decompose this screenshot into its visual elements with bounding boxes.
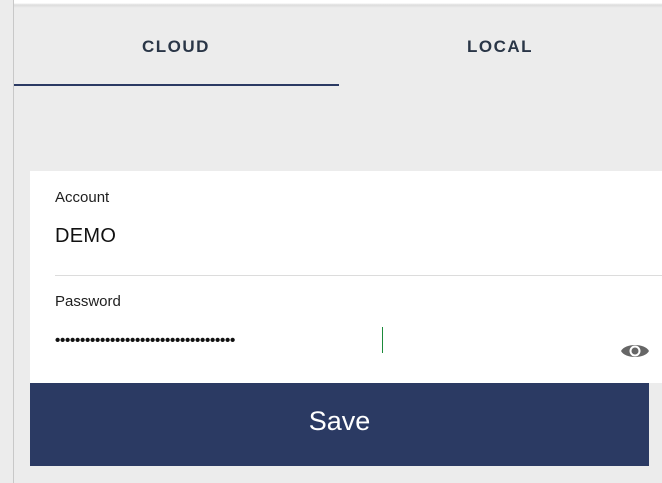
account-form: Account DEMO Password ••••••••••••••••••… [30,171,662,383]
app-screen: CLOUD LOCAL Account DEMO Password ••••••… [0,0,662,483]
tab-cloud[interactable]: CLOUD [14,8,338,90]
password-label: Password [55,293,121,310]
account-label: Account [55,189,110,206]
tab-cloud-label: CLOUD [142,37,210,56]
account-field[interactable]: DEMO [55,225,116,248]
password-field[interactable]: •••••••••••••••••••••••••••••••••••• [55,331,235,351]
save-button[interactable]: Save [30,383,649,466]
text-cursor [382,327,383,353]
top-shadow [14,0,662,8]
tab-bar: CLOUD LOCAL [14,8,662,90]
field-divider [55,275,662,276]
tab-local-label: LOCAL [466,37,534,56]
save-button-label: Save [308,406,371,436]
eye-icon[interactable] [619,339,651,363]
eye-icon-svg [621,345,649,357]
tab-selected-indicator [14,84,339,86]
tab-local[interactable]: LOCAL [338,8,662,90]
